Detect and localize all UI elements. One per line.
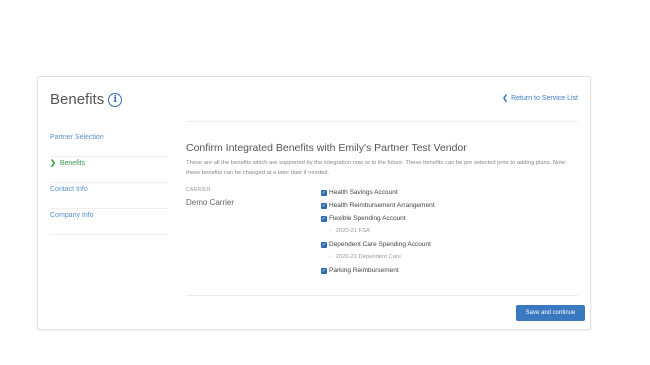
sidebar-item-contact-info[interactable]: Contact Info xyxy=(50,183,168,209)
sidebar-item-label: Partner Selection xyxy=(50,134,104,141)
chevron-left-icon: ❮ xyxy=(502,95,509,102)
page-title: Benefits i xyxy=(50,91,123,108)
chevron-right-icon: ❯ xyxy=(50,160,56,167)
save-and-continue-button[interactable]: Save and continue xyxy=(516,305,585,321)
carrier-label: CARRIER xyxy=(186,187,211,193)
benefit-label: Health Reimbursement Arrangement xyxy=(329,202,435,209)
benefit-label: Health Savings Account xyxy=(329,189,398,196)
benefit-checkbox-hsa[interactable]: ✓ Health Savings Account xyxy=(321,186,435,199)
benefit-checkbox-dcsa[interactable]: ✓ Dependent Care Spending Account xyxy=(321,238,435,251)
section-title: Confirm Integrated Benefits with Emily's… xyxy=(186,142,467,154)
carrier-name: Demo Carrier xyxy=(186,198,235,207)
benefit-checkbox-fsa[interactable]: ✓ Flexible Spending Account xyxy=(321,212,435,225)
sidebar: Partner Selection ❯ Benefits Contact Inf… xyxy=(50,131,168,235)
checkbox-checked-icon[interactable]: ✓ xyxy=(321,215,327,222)
benefits-card: Benefits i ❮ Return to Service List Part… xyxy=(37,76,591,330)
benefits-list: ✓ Health Savings Account ✓ Health Reimbu… xyxy=(321,186,435,277)
bullet-icon: ◦ xyxy=(329,228,332,234)
sidebar-item-partner-selection[interactable]: Partner Selection xyxy=(50,131,168,157)
checkbox-checked-icon[interactable]: ✓ xyxy=(321,267,327,274)
header-divider xyxy=(186,121,578,122)
info-icon[interactable]: i xyxy=(108,92,123,107)
page-title-text: Benefits xyxy=(50,91,105,108)
plan-label: 2020-21 FSA xyxy=(335,228,370,234)
sidebar-item-benefits[interactable]: ❯ Benefits xyxy=(50,157,168,183)
benefit-label: Parking Reimbursement xyxy=(329,267,399,274)
bullet-icon: ◦ xyxy=(329,254,332,260)
benefit-checkbox-hra[interactable]: ✓ Health Reimbursement Arrangement xyxy=(321,199,435,212)
benefit-plan-item: ◦ 2020-21 FSA xyxy=(321,225,435,238)
section-description: These are all the benefits which are sup… xyxy=(186,160,567,176)
checkbox-checked-icon[interactable]: ✓ xyxy=(321,241,327,248)
footer-divider xyxy=(186,295,578,296)
return-link-label: Return to Service List xyxy=(511,94,578,102)
checkbox-checked-icon[interactable]: ✓ xyxy=(321,202,327,209)
benefit-checkbox-parking[interactable]: ✓ Parking Reimbursement xyxy=(321,264,435,277)
checkbox-checked-icon[interactable]: ✓ xyxy=(321,189,327,196)
benefit-label: Flexible Spending Account xyxy=(329,215,406,222)
plan-label: 2020-21 Dependent Care xyxy=(335,254,402,260)
benefit-plan-item: ◦ 2020-21 Dependent Care xyxy=(321,251,435,264)
return-to-service-list-link[interactable]: ❮ Return to Service List xyxy=(502,94,578,103)
sidebar-item-label: Company Info xyxy=(50,212,94,219)
sidebar-item-label: Benefits xyxy=(59,160,86,167)
sidebar-item-label: Contact Info xyxy=(50,186,88,193)
sidebar-item-company-info[interactable]: Company Info xyxy=(50,209,168,235)
benefit-label: Dependent Care Spending Account xyxy=(329,241,431,248)
